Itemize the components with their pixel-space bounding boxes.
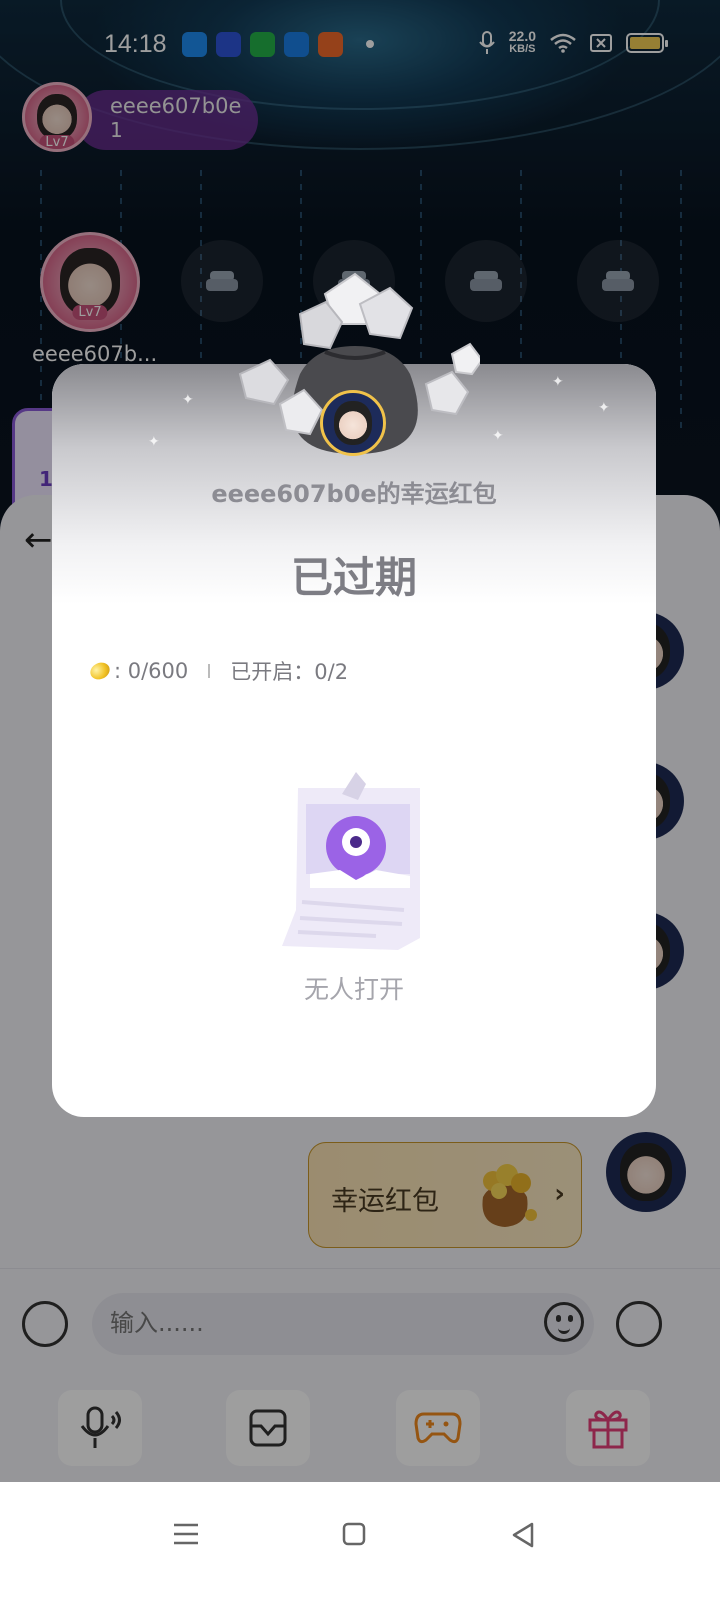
divider (208, 664, 211, 678)
red-packet-stats: : 0/600 已开启：0/2 (87, 656, 349, 686)
empty-state-text: 无人打开 (303, 975, 404, 1004)
coin-icon (87, 659, 113, 683)
system-navigation-bar (0, 1482, 720, 1600)
home-icon[interactable] (342, 1522, 366, 1546)
menu-icon[interactable] (172, 1522, 200, 1546)
empty-state-illustration (282, 772, 420, 950)
opened-count: 已开启：0/2 (230, 660, 349, 684)
red-packet-dialog: ✦ ✦ ✦ ✦ ✦ eeee607b0e的幸运红包 已过期 : 0/600 已开… (52, 272, 656, 1117)
sender-avatar (320, 390, 386, 456)
coins-claimed: : 0/600 (114, 659, 189, 683)
red-packet-title: eeee607b0e的幸运红包 (211, 480, 497, 508)
red-packet-status: 已过期 (290, 553, 417, 602)
back-icon[interactable] (510, 1522, 536, 1548)
